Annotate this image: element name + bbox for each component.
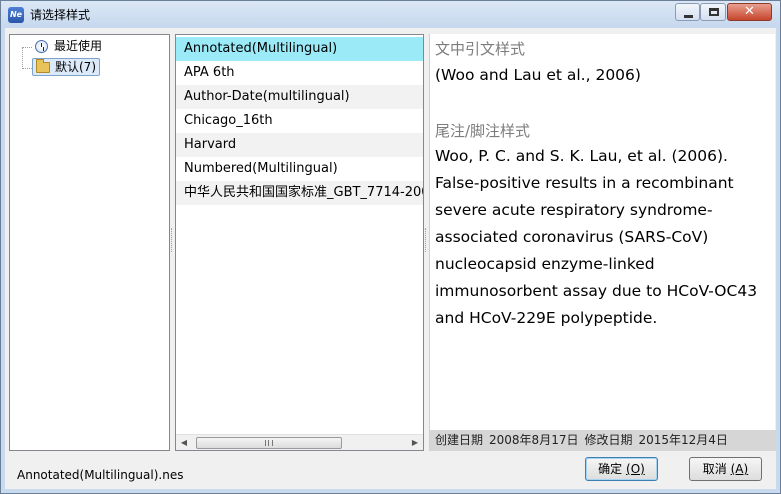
horizontal-scrollbar[interactable]: ◀ ▶ xyxy=(176,434,423,450)
scrollbar-thumb[interactable] xyxy=(196,437,342,449)
cancel-button[interactable]: 取消 (A) xyxy=(689,457,762,481)
style-preview: 文中引文样式 (Woo and Lau et al., 2006) 尾注/脚注样… xyxy=(429,34,776,451)
minimize-icon xyxy=(684,15,693,18)
right-splitter-handle[interactable] xyxy=(425,228,427,252)
tree-connector xyxy=(22,47,32,48)
list-item[interactable]: Chicago_16th xyxy=(176,109,423,133)
ok-label: 确定 xyxy=(598,462,623,476)
clock-icon xyxy=(35,40,48,53)
selected-filename: Annotated(Multilingual).nes xyxy=(17,468,184,482)
tree-item-label: 最近使用 xyxy=(54,39,103,53)
tree-item-label: 默认(7) xyxy=(55,60,96,74)
cancel-hotkey: (A) xyxy=(730,462,749,476)
created-value: 2008年8月17日 xyxy=(489,433,579,447)
list-item[interactable]: Harvard xyxy=(176,133,423,157)
style-picker-dialog: Ne 请选择样式 ✕ 最近使用 默认(7) Annotated(Multilin… xyxy=(0,0,781,494)
modified-label: 修改日期 xyxy=(584,433,633,447)
maximize-icon xyxy=(709,8,719,16)
tree-connector xyxy=(22,68,32,69)
folder-icon xyxy=(36,59,50,73)
cancel-label: 取消 xyxy=(702,462,727,476)
tree-connector xyxy=(22,47,23,69)
list-item[interactable]: Annotated(Multilingual) xyxy=(176,37,423,61)
list-item[interactable]: APA 6th xyxy=(176,61,423,85)
tree-item-default[interactable]: 默认(7) xyxy=(32,58,100,76)
ok-button[interactable]: 确定 (O) xyxy=(585,457,658,481)
scroll-right-arrow-icon[interactable]: ▶ xyxy=(407,435,423,450)
scroll-left-arrow-icon[interactable]: ◀ xyxy=(176,435,192,450)
tree-item-recent[interactable]: 最近使用 xyxy=(32,38,105,56)
ok-hotkey: (O) xyxy=(626,462,645,476)
style-list[interactable]: Annotated(Multilingual) APA 6th Author-D… xyxy=(175,34,424,451)
app-logo-icon: Ne xyxy=(8,7,24,23)
category-tree[interactable]: 最近使用 默认(7) xyxy=(9,34,170,451)
close-button[interactable]: ✕ xyxy=(727,3,772,21)
list-item[interactable]: Author-Date(multilingual) xyxy=(176,85,423,109)
left-splitter-handle[interactable] xyxy=(171,228,173,252)
dialog-body: 最近使用 默认(7) Annotated(Multilingual) APA 6… xyxy=(5,28,776,489)
created-label: 创建日期 xyxy=(435,433,484,447)
list-item[interactable]: Numbered(Multilingual) xyxy=(176,157,423,181)
minimize-button[interactable] xyxy=(675,3,700,21)
grip-icon xyxy=(265,440,273,446)
title-bar[interactable]: Ne 请选择样式 ✕ xyxy=(1,1,780,28)
maximize-button[interactable] xyxy=(700,3,726,21)
modified-value: 2015年12月4日 xyxy=(638,433,728,447)
list-item[interactable]: 中华人民共和国国家标准_GBT_7714-2005 xyxy=(176,181,423,205)
window-title: 请选择样式 xyxy=(30,8,91,22)
intext-heading: 文中引文样式 xyxy=(435,40,526,58)
intext-example: (Woo and Lau et al., 2006) xyxy=(435,66,641,84)
footnote-example: Woo, P. C. and S. K. Lau, et al. (2006).… xyxy=(435,147,758,327)
preview-dates: 创建日期 2008年8月17日 修改日期 2015年12月4日 xyxy=(430,430,776,451)
footnote-heading: 尾注/脚注样式 xyxy=(435,122,531,140)
close-icon: ✕ xyxy=(744,4,755,19)
